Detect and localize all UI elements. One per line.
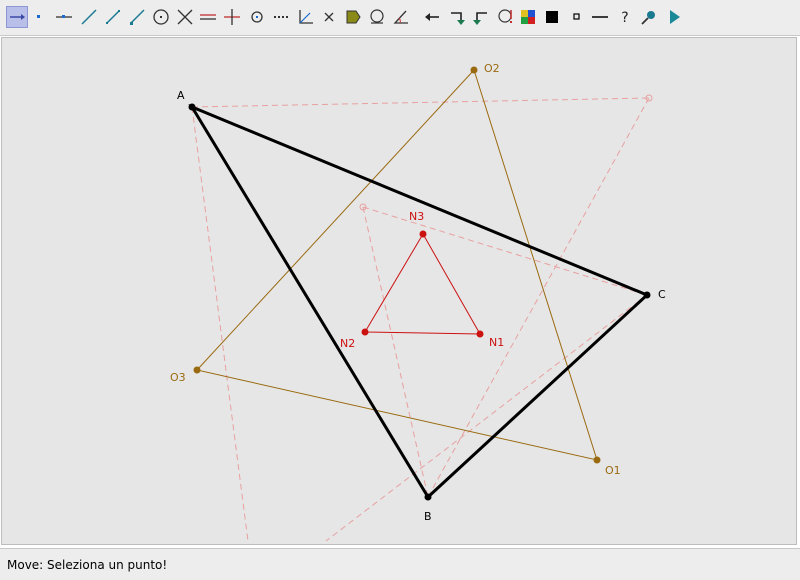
help-icon[interactable]: ? bbox=[614, 6, 636, 28]
intersection-tool-icon[interactable] bbox=[174, 6, 196, 28]
drawing-canvas[interactable]: A B C N1 N2 N3 O1 O2 O3 bbox=[1, 37, 797, 545]
zoom-tool-icon[interactable] bbox=[638, 6, 660, 28]
point-n3[interactable] bbox=[419, 230, 427, 238]
ray-tool-icon[interactable] bbox=[126, 6, 148, 28]
point-c[interactable] bbox=[643, 291, 651, 299]
point-on-line-tool-icon[interactable] bbox=[53, 6, 75, 28]
label-n1: N1 bbox=[489, 336, 504, 349]
perpendicular-tool-icon[interactable] bbox=[221, 6, 243, 28]
point-o1[interactable] bbox=[593, 456, 601, 464]
point-o3[interactable] bbox=[193, 366, 201, 374]
outer-napoleon-triangle[interactable] bbox=[196, 69, 598, 461]
thick-line-icon[interactable] bbox=[541, 6, 563, 28]
label-c: C bbox=[658, 288, 666, 301]
construction-lines bbox=[191, 97, 650, 542]
point-tool-icon[interactable] bbox=[28, 6, 50, 28]
redo-turn-icon[interactable] bbox=[446, 6, 468, 28]
circle-tool-icon[interactable] bbox=[150, 6, 172, 28]
fill-tool-icon[interactable] bbox=[342, 6, 364, 28]
dotted-line-tool-icon[interactable] bbox=[270, 6, 292, 28]
macro-tool-icon[interactable] bbox=[495, 6, 517, 28]
status-bar: Move: Seleziona un punto! bbox=[0, 548, 800, 580]
point-b[interactable] bbox=[424, 493, 432, 501]
point-a[interactable] bbox=[188, 103, 196, 111]
label-b: B bbox=[424, 510, 432, 523]
locus-tool-icon[interactable] bbox=[366, 6, 388, 28]
move-tool-icon[interactable] bbox=[6, 6, 28, 28]
delete-tool-icon[interactable] bbox=[318, 6, 340, 28]
construction-line bbox=[362, 206, 648, 296]
line-style-icon[interactable] bbox=[589, 6, 611, 28]
svg-text:?: ? bbox=[621, 10, 628, 26]
point-o2[interactable] bbox=[470, 66, 478, 74]
toolbar: ? bbox=[0, 0, 800, 36]
label-o2: O2 bbox=[484, 62, 500, 75]
construction-line bbox=[191, 97, 650, 108]
construction-line bbox=[362, 206, 429, 498]
midpoint-tool-icon[interactable] bbox=[246, 6, 268, 28]
thin-point-icon[interactable] bbox=[566, 6, 588, 28]
line-tool-icon[interactable] bbox=[78, 6, 100, 28]
label-a: A bbox=[177, 89, 185, 102]
label-n3: N3 bbox=[409, 210, 424, 223]
back-turn-icon[interactable] bbox=[470, 6, 492, 28]
point-n2[interactable] bbox=[361, 328, 369, 336]
label-o3: O3 bbox=[170, 371, 186, 384]
undo-arrow-icon[interactable] bbox=[421, 6, 443, 28]
point-n1[interactable] bbox=[476, 330, 484, 338]
play-icon[interactable] bbox=[663, 6, 685, 28]
angle-tool-icon[interactable] bbox=[390, 6, 412, 28]
parallel-tool-icon[interactable] bbox=[197, 6, 219, 28]
label-o1: O1 bbox=[605, 464, 621, 477]
angle-bisector-tool-icon[interactable] bbox=[294, 6, 316, 28]
color-palette-icon[interactable] bbox=[517, 6, 539, 28]
label-n2: N2 bbox=[340, 337, 355, 350]
inner-napoleon-triangle[interactable] bbox=[364, 233, 481, 335]
segment-tool-icon[interactable] bbox=[102, 6, 124, 28]
status-text: Move: Seleziona un punto! bbox=[7, 558, 168, 572]
